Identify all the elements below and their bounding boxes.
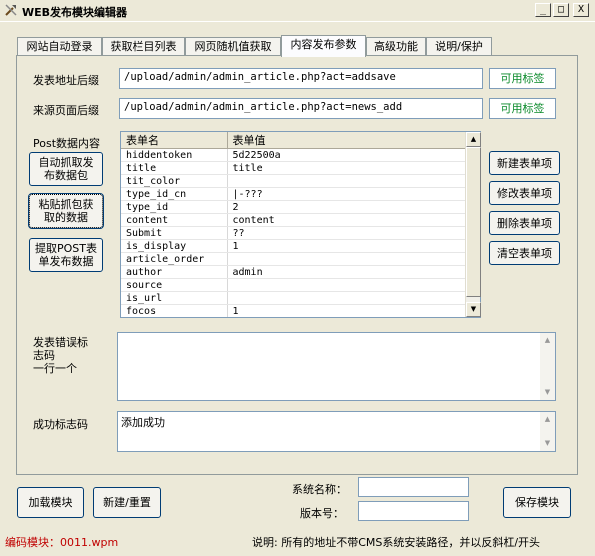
table-cell-name[interactable]: tit_color	[121, 174, 228, 188]
table-cell-value[interactable]: |-???	[227, 187, 468, 201]
tab-publish-params[interactable]: 内容发布参数	[281, 35, 366, 57]
tools-icon	[5, 4, 17, 16]
table-cell-value[interactable]: 1	[227, 304, 468, 317]
table-cell-value[interactable]	[227, 278, 468, 292]
table-cell-name[interactable]: hiddentoken	[121, 148, 228, 162]
tab-auto-login[interactable]: 网站自动登录	[17, 37, 102, 56]
error-code-label: 发表错误标 志码 一行一个	[33, 336, 88, 375]
tab-random-values[interactable]: 网页随机值获取	[185, 37, 281, 56]
table-cell-value[interactable]: ??	[227, 226, 468, 240]
success-textarea-scrollbar[interactable]: ▲ ▼	[540, 412, 555, 451]
table-cell-name[interactable]: content	[121, 213, 228, 227]
table-cell-value[interactable]	[227, 252, 468, 266]
scroll-up-icon[interactable]: ▲	[540, 333, 555, 348]
scroll-up-icon[interactable]: ▲	[466, 132, 481, 147]
column-header-value[interactable]: 表单值	[227, 132, 468, 149]
success-code-label: 成功标志码	[33, 418, 88, 431]
status-bar: 编码模块：0011.wpm 说明: 所有的地址不带CMS系统安装路径，并以反斜杠…	[0, 528, 595, 556]
table-cell-value[interactable]: 2	[227, 200, 468, 214]
tab-get-categories[interactable]: 获取栏目列表	[102, 37, 185, 56]
table-cell-value[interactable]	[227, 174, 468, 188]
table-row[interactable]: type_id_cn |-???	[121, 187, 468, 201]
maximize-button[interactable]: □	[553, 3, 569, 17]
available-tags-button-1[interactable]: 可用标签	[489, 68, 556, 89]
table-cell-name[interactable]: type_id	[121, 200, 228, 214]
window-title: WEB发布模块编辑器	[22, 6, 128, 19]
scroll-down-icon[interactable]: ▼	[540, 385, 555, 400]
load-module-button[interactable]: 加载模块	[17, 487, 84, 518]
table-row[interactable]: is_url	[121, 291, 468, 305]
table-cell-name[interactable]: focos	[121, 304, 228, 317]
table-row[interactable]: source	[121, 278, 468, 292]
title-bar: WEB发布模块编辑器 _ □ X	[0, 0, 595, 22]
version-field[interactable]	[358, 501, 469, 521]
tab-advanced[interactable]: 高级功能	[366, 37, 426, 56]
post-url-field[interactable]: /upload/admin/admin_article.php?act=adds…	[119, 68, 483, 89]
column-header-name[interactable]: 表单名	[121, 132, 228, 149]
form-items-table[interactable]: 表单名 表单值 hiddentoken 5d22500a title title tit…	[120, 131, 481, 318]
status-note: 说明: 所有的地址不带CMS系统安装路径，并以反斜杠/开头	[252, 536, 541, 549]
delete-item-button[interactable]: 删除表单项	[489, 211, 560, 235]
table-row[interactable]: tit_color	[121, 174, 468, 188]
scroll-down-icon[interactable]: ▼	[466, 302, 481, 317]
table-cell-name[interactable]: is_display	[121, 239, 228, 253]
scroll-down-icon[interactable]: ▼	[540, 436, 555, 451]
table-cell-name[interactable]: article_order	[121, 252, 228, 266]
table-scrollbar[interactable]: ▲ ▼	[465, 132, 481, 317]
edit-item-button[interactable]: 修改表单项	[489, 181, 560, 205]
success-code-textarea[interactable]: 添加成功	[117, 411, 556, 452]
close-button[interactable]: X	[573, 3, 589, 17]
error-code-textarea[interactable]	[117, 332, 556, 401]
table-cell-value[interactable]: 1	[227, 239, 468, 253]
table-cell-name[interactable]: is_url	[121, 291, 228, 305]
extract-post-button[interactable]: 提取POST表 单发布数据	[29, 238, 103, 272]
error-textarea-scrollbar[interactable]: ▲ ▼	[540, 333, 555, 400]
tab-help-protect[interactable]: 说明/保护	[426, 37, 492, 56]
auto-capture-button[interactable]: 自动抓取发 布数据包	[29, 152, 103, 186]
clear-items-button[interactable]: 清空表单项	[489, 241, 560, 265]
table-cell-name[interactable]: Submit	[121, 226, 228, 240]
table-row[interactable]: focos 1	[121, 304, 468, 317]
table-cell-name[interactable]: title	[121, 161, 228, 175]
available-tags-button-2[interactable]: 可用标签	[489, 98, 556, 119]
paste-capture-button[interactable]: 粘贴抓包获 取的数据	[28, 193, 104, 229]
table-cell-name[interactable]: source	[121, 278, 228, 292]
table-row[interactable]: type_id 2	[121, 200, 468, 214]
table-cell-value[interactable]: admin	[227, 265, 468, 279]
table-row[interactable]: is_display 1	[121, 239, 468, 253]
table-cell-value[interactable]: 5d22500a	[227, 148, 468, 162]
module-code-status: 编码模块：0011.wpm	[5, 536, 119, 549]
system-name-field[interactable]	[358, 477, 469, 497]
table-cell-name[interactable]: author	[121, 265, 228, 279]
save-module-button[interactable]: 保存模块	[503, 487, 571, 518]
table-row[interactable]: article_order	[121, 252, 468, 266]
minimize-button[interactable]: _	[535, 3, 551, 17]
table-cell-value[interactable]: content	[227, 213, 468, 227]
post-url-label: 发表地址后缀	[33, 74, 99, 87]
new-reset-button[interactable]: 新建/重置	[93, 487, 161, 518]
table-cell-value[interactable]	[227, 291, 468, 305]
scroll-thumb[interactable]	[466, 147, 481, 297]
table-row[interactable]: hiddentoken 5d22500a	[121, 148, 468, 162]
version-label: 版本号：	[300, 507, 344, 520]
table-row[interactable]: Submit??	[121, 226, 468, 240]
table-row[interactable]: title title	[121, 161, 468, 175]
referer-label: 来源页面后缀	[33, 104, 99, 117]
table-cell-name[interactable]: type_id_cn	[121, 187, 228, 201]
new-item-button[interactable]: 新建表单项	[489, 151, 560, 175]
table-row[interactable]: content content	[121, 213, 468, 227]
post-data-label: Post数据内容	[33, 137, 101, 150]
table-cell-value[interactable]: title	[227, 161, 468, 175]
table-row[interactable]: author admin	[121, 265, 468, 279]
system-name-label: 系统名称：	[292, 483, 347, 496]
referer-field[interactable]: /upload/admin/admin_article.php?act=news…	[119, 98, 483, 119]
scroll-up-icon[interactable]: ▲	[540, 412, 555, 427]
